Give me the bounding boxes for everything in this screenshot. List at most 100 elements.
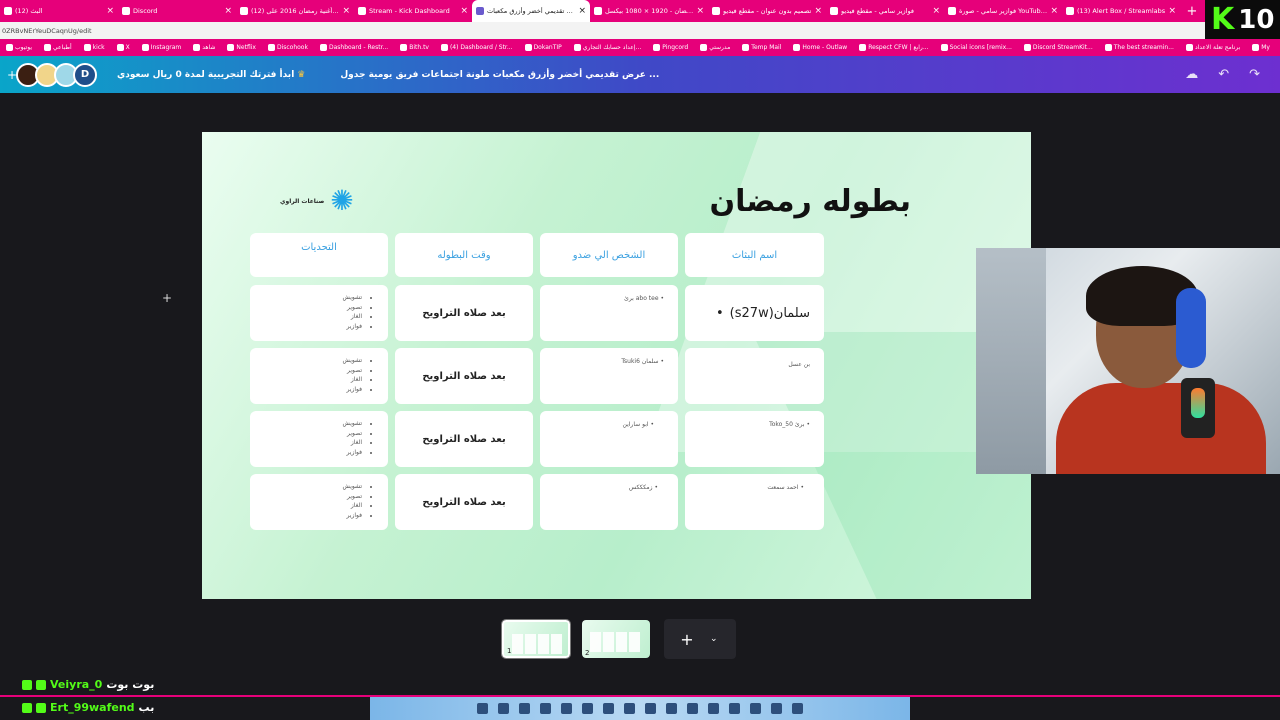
- bookmark-item[interactable]: Dashboard - Restr...: [314, 44, 394, 51]
- page-thumbnail[interactable]: 1: [501, 619, 571, 659]
- crown-icon: ♛: [297, 69, 306, 80]
- chevron-down-icon[interactable]: ⌄: [710, 634, 718, 644]
- close-icon[interactable]: ×: [932, 6, 940, 16]
- table-cell-time[interactable]: بعد صلاه التراويح: [395, 348, 533, 404]
- close-icon[interactable]: ×: [460, 6, 468, 16]
- table-cell-challenges[interactable]: تشويش تصوير الغاز فوازير: [250, 285, 388, 341]
- table-cell-challenges[interactable]: تشويش تصوير الغاز فوازير: [250, 411, 388, 467]
- close-icon[interactable]: ×: [106, 6, 114, 16]
- table-cell-challenges[interactable]: تشويش تصوير الغاز فوازير: [250, 474, 388, 530]
- table-cell-time[interactable]: بعد صلاه التراويح: [395, 411, 533, 467]
- close-icon[interactable]: ×: [696, 6, 704, 16]
- bookmark-item[interactable]: My: [1246, 44, 1276, 51]
- bookmark-item[interactable]: kick: [78, 44, 111, 51]
- browser-tab[interactable]: (12) البث ×: [0, 0, 118, 22]
- avatar[interactable]: D: [73, 62, 97, 87]
- bookmark-item[interactable]: Home - Outlaw: [787, 44, 853, 51]
- close-icon[interactable]: ×: [814, 6, 822, 16]
- browser-tab[interactable]: Stream - Kick Dashboard ×: [354, 0, 472, 22]
- table-cell-opponent[interactable]: • سلمان Tsuki6: [540, 348, 678, 404]
- bookmark-item[interactable]: أطباعي: [38, 44, 78, 51]
- document-title[interactable]: عرض تقديمي أخضر وأزرق مكعبات ملونة اجتما…: [340, 70, 659, 80]
- chat-username: Veiyra_0: [50, 678, 103, 691]
- bookmark-item[interactable]: شاهد: [187, 44, 221, 51]
- browser-tab[interactable]: فوازير سامي - صورة YouTube مصغ×: [944, 0, 1062, 22]
- new-tab-button[interactable]: +: [1184, 4, 1200, 19]
- address-bar[interactable]: 0ZRBvNErYeuDCaqnUg/edit: [0, 22, 1205, 39]
- table-cell-opponent[interactable]: • زمكككس: [540, 474, 678, 530]
- browser-tab[interactable]: (13) Alert Box / Streamlabs ×: [1062, 0, 1180, 22]
- close-icon[interactable]: ×: [578, 6, 586, 16]
- column-header-challenges[interactable]: التحديات: [250, 233, 388, 277]
- table-cell-streamer[interactable]: سلمان(s27w) •: [685, 285, 824, 341]
- browser-tab[interactable]: تصميم بدون عنوان - مقطع فيديو ×: [708, 0, 826, 22]
- browser-tab[interactable]: صورة رمضان - 1920 × 1080 بيكسل×: [590, 0, 708, 22]
- bookmark-item[interactable]: برنامج تعلة الاعداد: [1180, 44, 1246, 51]
- close-icon[interactable]: ×: [1168, 6, 1176, 16]
- bookmark-item[interactable]: Social icons [remix...: [935, 44, 1018, 51]
- bookmark-item[interactable]: Discohook: [262, 44, 314, 51]
- bookmark-item[interactable]: (4) Dashboard / Str...: [435, 44, 519, 51]
- bookmark-item[interactable]: Instagram: [136, 44, 188, 51]
- bookmark-item[interactable]: Respect CFW | رابع...: [853, 44, 934, 51]
- bookmark-item[interactable]: يوتيوب: [0, 44, 38, 51]
- taskbar-app-icon[interactable]: [750, 703, 761, 714]
- bookmark-item[interactable]: مدرستي: [694, 44, 736, 51]
- close-icon[interactable]: ×: [224, 6, 232, 16]
- bookmark-item[interactable]: X: [111, 44, 136, 51]
- column-header-streamer[interactable]: اسم البثاث: [685, 233, 824, 277]
- bookmark-item[interactable]: Bith.tv: [394, 44, 435, 51]
- taskbar-app-icon[interactable]: [498, 703, 509, 714]
- browser-tab[interactable]: Discord ×: [118, 0, 236, 22]
- mic-rgb-light: [1191, 388, 1205, 418]
- slide-title[interactable]: بطوله رمضان: [710, 184, 911, 219]
- table-cell-opponent[interactable]: • abo tee برئ: [540, 285, 678, 341]
- undo-icon[interactable]: ↶: [1218, 67, 1229, 82]
- browser-tab[interactable]: فوازير سامي - مقطع فيديو ×: [826, 0, 944, 22]
- bookmark-item[interactable]: The best streamin...: [1099, 44, 1180, 51]
- taskbar-app-icon[interactable]: [477, 703, 488, 714]
- table-cell-opponent[interactable]: • ابو ساراين: [540, 411, 678, 467]
- slide-canvas[interactable]: بطوله رمضان صناعات الراوي ✺ اسم البثاث ا…: [202, 132, 1031, 599]
- taskbar-app-icon[interactable]: [708, 703, 719, 714]
- bookmark-icon: [319, 44, 327, 51]
- taskbar-app-icon[interactable]: [519, 703, 530, 714]
- taskbar-app-icon[interactable]: [645, 703, 656, 714]
- add-page-button[interactable]: +: [664, 630, 710, 649]
- taskbar-app-icon[interactable]: [666, 703, 677, 714]
- taskbar-app-icon[interactable]: [624, 703, 635, 714]
- close-icon[interactable]: ×: [1050, 6, 1058, 16]
- taskbar-app-icon[interactable]: [687, 703, 698, 714]
- table-cell-streamer[interactable]: • احمد سمعت: [685, 474, 824, 530]
- column-header-opponent[interactable]: الشخص الي ضدو: [540, 233, 678, 277]
- page-thumbnail[interactable]: 2: [582, 620, 650, 658]
- cloud-sync-icon[interactable]: ☁: [1185, 67, 1198, 82]
- bookmark-icon: [6, 44, 13, 51]
- redo-icon[interactable]: ↷: [1249, 67, 1260, 82]
- table-cell-challenges[interactable]: تشويش تصوير الغاز فوازير: [250, 348, 388, 404]
- table-cell-time[interactable]: بعد صلاه التراويح: [395, 285, 533, 341]
- list-item: تشويش: [250, 482, 362, 492]
- bookmark-item[interactable]: Discord StreamKit...: [1018, 44, 1099, 51]
- browser-tab[interactable]: (12) أغنية رمضان 2016 على YouTube×: [236, 0, 354, 22]
- trial-promo-link[interactable]: ابدأ فترتك التجريبية لمدة 0 ريال سعودي: [117, 70, 294, 80]
- bookmark-item[interactable]: Netflix: [221, 44, 262, 51]
- bookmark-item[interactable]: Temp Mail: [736, 44, 787, 51]
- close-icon[interactable]: ×: [342, 6, 350, 16]
- taskbar-app-icon[interactable]: [561, 703, 572, 714]
- taskbar-app-icon[interactable]: [582, 703, 593, 714]
- browser-tab-active[interactable]: عرض تقديمي أخضر وأزرق مكعبات ×: [472, 0, 590, 22]
- bookmark-item[interactable]: إعداد حسابك التجاري...: [568, 44, 648, 51]
- table-cell-time[interactable]: بعد صلاه التراويح: [395, 474, 533, 530]
- taskbar-app-icon[interactable]: [729, 703, 740, 714]
- taskbar-app-icon[interactable]: [792, 703, 803, 714]
- table-cell-streamer[interactable]: بن عسل: [685, 348, 824, 404]
- taskbar-app-icon[interactable]: [771, 703, 782, 714]
- taskbar-app-icon[interactable]: [540, 703, 551, 714]
- brand-logo[interactable]: صناعات الراوي ✺: [280, 187, 354, 215]
- table-cell-streamer[interactable]: • برئ Toko_50: [685, 411, 824, 467]
- bookmark-item[interactable]: DokanTIP: [519, 44, 568, 51]
- taskbar-app-icon[interactable]: [603, 703, 614, 714]
- column-header-time[interactable]: وقت البطوله: [395, 233, 533, 277]
- bookmark-item[interactable]: Pingcord: [647, 44, 694, 51]
